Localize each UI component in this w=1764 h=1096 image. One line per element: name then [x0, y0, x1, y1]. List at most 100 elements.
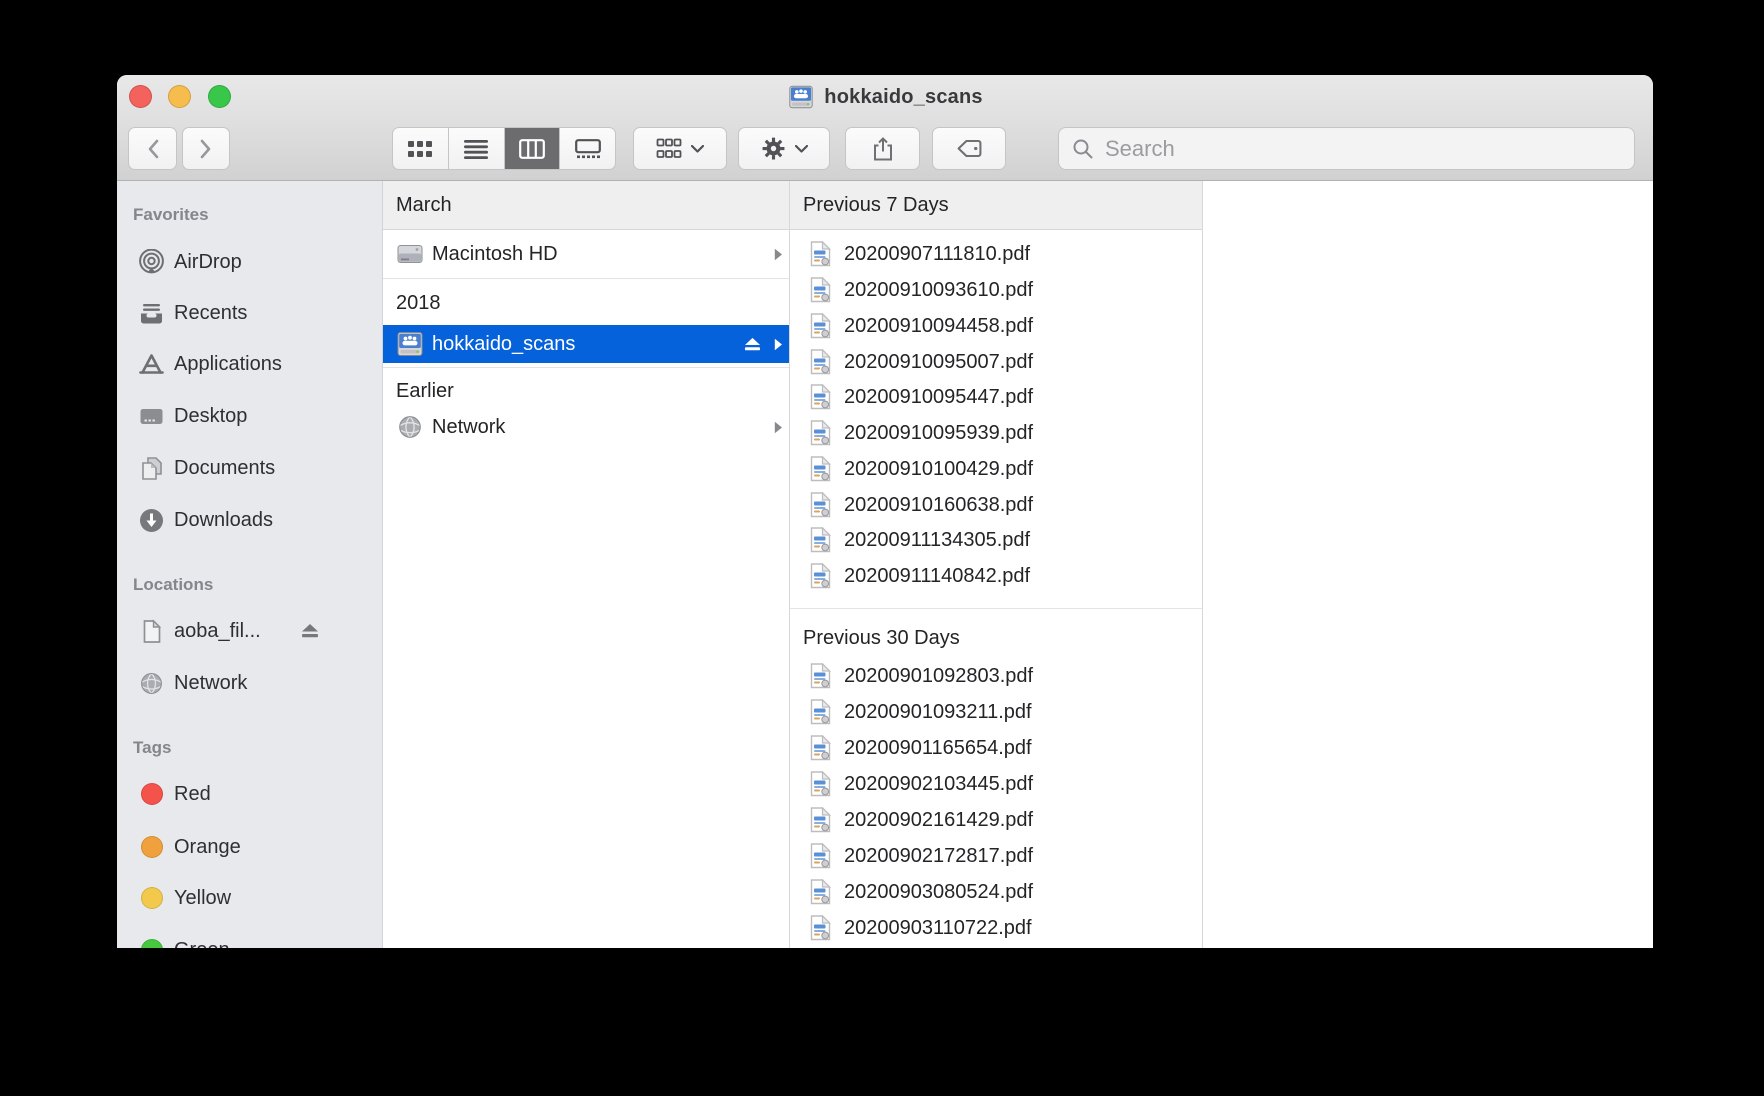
sidebar-item-label: Desktop [174, 405, 247, 428]
icon-view-button[interactable] [393, 128, 448, 169]
close-button[interactable] [129, 85, 152, 108]
back-button[interactable] [128, 127, 177, 170]
chevron-right-icon [774, 409, 783, 445]
file-row-partial[interactable] [790, 946, 1202, 948]
document-icon [138, 618, 165, 645]
file-name: 20200901165654.pdf [844, 737, 1032, 760]
gallery-view-icon [575, 139, 601, 159]
file-row[interactable]: 20200901093211.pdf [790, 694, 1202, 730]
sidebar-item-aoba-volume[interactable]: aoba_fil... [117, 613, 382, 649]
pdf-file-icon [810, 277, 831, 303]
forward-button[interactable] [182, 127, 230, 170]
sidebar-tag-yellow[interactable]: Yellow [117, 880, 382, 916]
eject-button[interactable] [300, 622, 320, 645]
sidebar-item-airdrop[interactable]: AirDrop [117, 244, 382, 280]
browser-column-1: March Macintosh HD 2018 hokkaido_scans E… [383, 181, 790, 948]
column-view-icon [519, 139, 545, 159]
tags-button[interactable] [932, 127, 1006, 170]
row-label: Macintosh HD [432, 243, 558, 266]
pdf-file-icon [810, 699, 831, 725]
documents-icon [138, 455, 165, 482]
search-input[interactable] [1103, 135, 1634, 163]
green-tag-icon [138, 937, 165, 949]
sidebar-item-downloads[interactable]: Downloads [117, 502, 382, 538]
title-bar: hokkaido_scans [317, 75, 1453, 119]
applications-icon [138, 351, 165, 378]
yellow-tag-icon [138, 885, 165, 912]
sidebar-tag-orange[interactable]: Orange [117, 829, 382, 865]
file-name: 20200910095939.pdf [844, 422, 1033, 445]
file-row[interactable]: 20200910095007.pdf [790, 344, 1202, 380]
sidebar-tag-green[interactable]: Green [117, 932, 382, 948]
minimize-button[interactable] [168, 85, 191, 108]
sidebar-item-label: Recents [174, 302, 247, 325]
share-icon [871, 136, 895, 162]
file-name: 20200901092803.pdf [844, 665, 1033, 688]
sidebar-item-label: Downloads [174, 509, 273, 532]
sidebar-tag-red[interactable]: Red [117, 776, 382, 812]
file-row[interactable]: 20200901165654.pdf [790, 730, 1202, 766]
sidebar-item-network[interactable]: Network [117, 665, 382, 701]
sidebar-section-favorites: Favorites [133, 205, 209, 225]
pdf-file-icon [810, 527, 831, 553]
file-name: 20200910094458.pdf [844, 315, 1033, 338]
list-view-button[interactable] [448, 128, 504, 169]
pdf-file-icon [810, 420, 831, 446]
file-row[interactable]: 20200902172817.pdf [790, 838, 1202, 874]
group-divider [383, 367, 789, 368]
row-macintosh-hd[interactable]: Macintosh HD [383, 236, 789, 272]
file-row[interactable]: 20200902161429.pdf [790, 802, 1202, 838]
file-row[interactable]: 20200910094458.pdf [790, 308, 1202, 344]
network-drive-icon [787, 83, 815, 111]
file-row[interactable]: 20200907111810.pdf [790, 236, 1202, 272]
file-row[interactable]: 20200903110722.pdf [790, 910, 1202, 946]
action-menu-button[interactable] [738, 127, 830, 170]
group-header-2018: 2018 [383, 285, 789, 321]
group-by-button[interactable] [633, 127, 727, 170]
file-row[interactable]: 20200910093610.pdf [790, 272, 1202, 308]
zoom-button[interactable] [208, 85, 231, 108]
share-button[interactable] [845, 127, 920, 170]
file-row[interactable]: 20200910095447.pdf [790, 379, 1202, 415]
pdf-file-icon [810, 456, 831, 482]
sidebar-item-recents[interactable]: Recents [117, 295, 382, 331]
sidebar-item-label: Orange [174, 836, 241, 859]
file-name: 20200910093610.pdf [844, 279, 1033, 302]
file-row[interactable]: 20200910160638.pdf [790, 487, 1202, 523]
file-name: 20200902172817.pdf [844, 845, 1033, 868]
file-row[interactable]: 20200910095939.pdf [790, 415, 1202, 451]
sidebar-item-label: Network [174, 672, 247, 695]
sidebar-item-documents[interactable]: Documents [117, 450, 382, 486]
file-name: 20200910100429.pdf [844, 458, 1033, 481]
file-row[interactable]: 20200902103445.pdf [790, 766, 1202, 802]
search-field[interactable] [1058, 127, 1635, 170]
file-row[interactable]: 20200910100429.pdf [790, 451, 1202, 487]
sidebar-section-locations: Locations [133, 575, 213, 595]
eject-button[interactable] [743, 325, 762, 363]
pdf-file-icon [810, 492, 831, 518]
row-network[interactable]: Network [383, 409, 789, 445]
group-header-march: March [383, 181, 789, 230]
sidebar-item-label: AirDrop [174, 251, 242, 274]
sidebar-item-desktop[interactable]: Desktop [117, 398, 382, 434]
file-name: 20200910095447.pdf [844, 386, 1033, 409]
column-view-button[interactable] [504, 128, 560, 169]
row-hokkaido-scans-selected[interactable]: hokkaido_scans [383, 325, 789, 363]
file-row[interactable]: 20200901092803.pdf [790, 658, 1202, 694]
sidebar-item-label: Green [174, 939, 230, 949]
file-row[interactable]: 20200903080524.pdf [790, 874, 1202, 910]
view-mode-segmented-control [392, 127, 616, 170]
grid-view-icon [407, 139, 433, 159]
globe-icon [395, 412, 425, 442]
group-divider [790, 608, 1202, 609]
pdf-file-icon [810, 735, 831, 761]
hard-drive-icon [395, 239, 425, 269]
file-name: 20200911140842.pdf [844, 565, 1030, 588]
sidebar-item-label: Applications [174, 353, 282, 376]
gallery-view-button[interactable] [559, 128, 615, 169]
file-row[interactable]: 20200911134305.pdf [790, 522, 1202, 558]
file-name: 20200902161429.pdf [844, 809, 1033, 832]
file-row[interactable]: 20200911140842.pdf [790, 558, 1202, 594]
sidebar-item-applications[interactable]: Applications [117, 346, 382, 382]
file-name: 20200907111810.pdf [844, 243, 1030, 266]
